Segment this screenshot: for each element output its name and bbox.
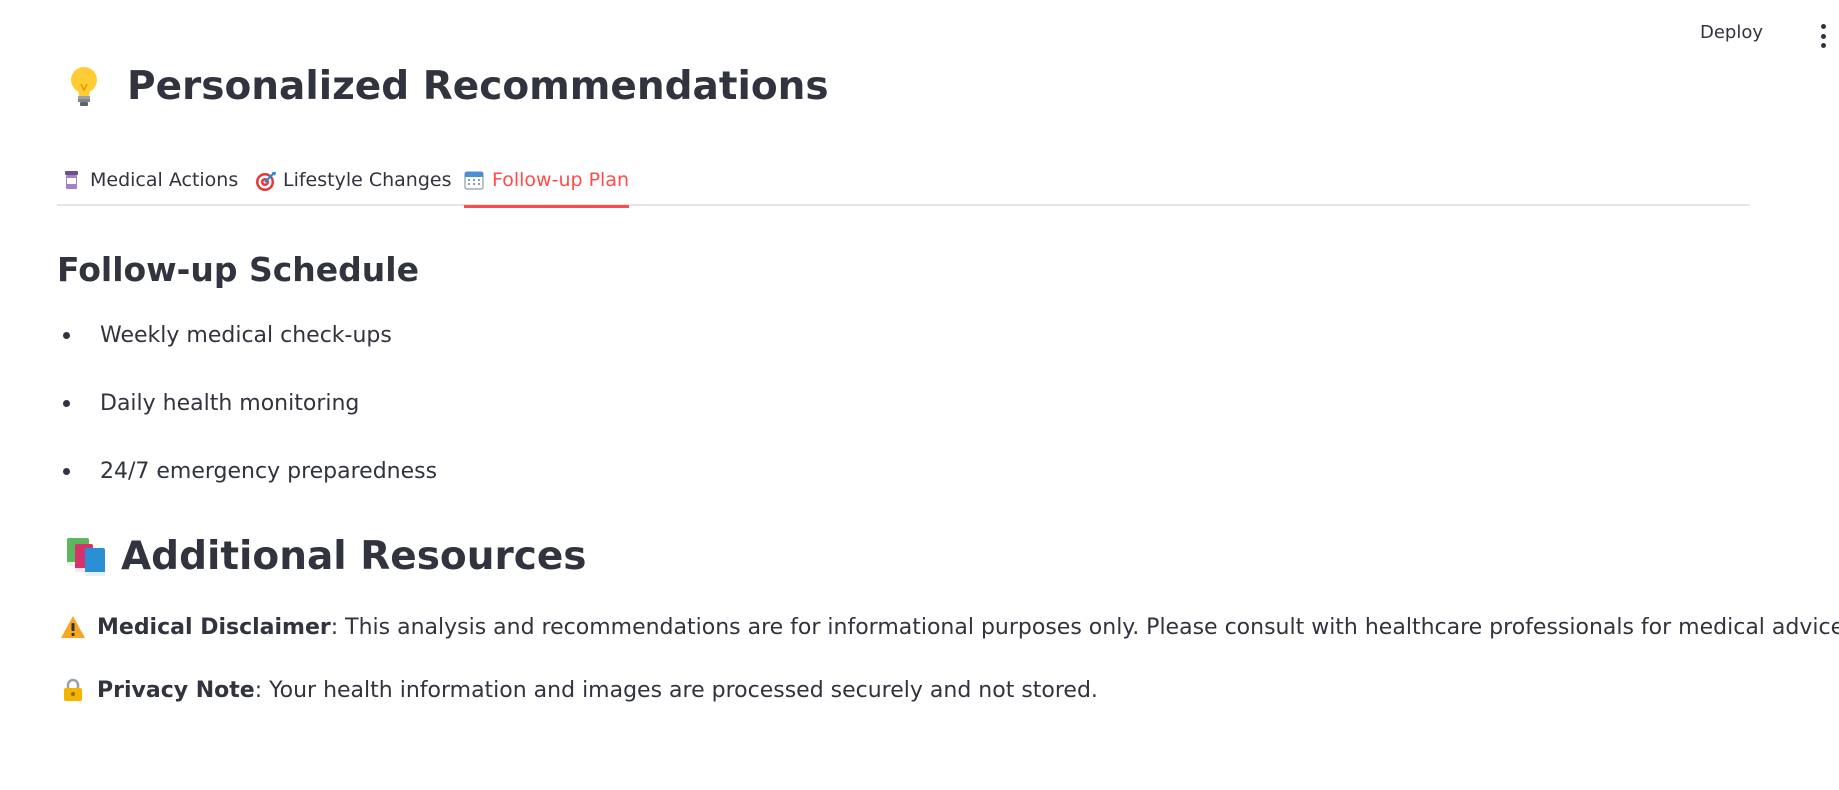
tab-label: Follow-up Plan	[492, 168, 630, 191]
tab-lifestyle-changes[interactable]: Lifestyle Changes	[255, 153, 452, 206]
privacy-note: Privacy Note : Your health information a…	[60, 677, 1098, 703]
bullet-icon	[63, 331, 70, 339]
calendar-icon	[464, 170, 484, 190]
disclaimer-label: Medical Disclaimer	[97, 614, 331, 640]
privacy-text: : Your health information and images are…	[254, 677, 1098, 703]
page-title-text: Personalized Recommendations	[127, 64, 829, 109]
books-icon	[63, 535, 109, 579]
resources-heading-text: Additional Resources	[121, 534, 587, 579]
app-header: Deploy	[0, 0, 1839, 72]
page-title: Personalized Recommendations	[65, 64, 829, 109]
tab-label: Lifestyle Changes	[283, 168, 452, 191]
target-icon	[255, 170, 276, 191]
more-vertical-icon[interactable]	[1817, 24, 1829, 48]
tab-follow-up-plan[interactable]: Follow-up Plan	[464, 153, 630, 208]
bullet-icon	[63, 399, 70, 407]
lock-icon	[60, 677, 86, 703]
pill-bottle-icon	[62, 170, 82, 190]
disclaimer-text: : This analysis and recommendations are …	[330, 614, 1839, 640]
medical-disclaimer: Medical Disclaimer : This analysis and r…	[60, 614, 1839, 640]
bullet-icon	[63, 467, 70, 475]
follow-up-heading: Follow-up Schedule	[57, 250, 419, 289]
deploy-button[interactable]: Deploy	[1700, 22, 1763, 43]
tab-medical-actions[interactable]: Medical Actions	[62, 153, 238, 206]
tab-label: Medical Actions	[90, 168, 239, 191]
lightbulb-icon	[65, 65, 103, 109]
privacy-label: Privacy Note	[97, 677, 255, 703]
warning-icon	[60, 614, 86, 640]
resources-heading: Additional Resources	[63, 534, 587, 579]
tab-list: Medical Actions Lifestyle Changes Follow…	[57, 153, 1750, 208]
